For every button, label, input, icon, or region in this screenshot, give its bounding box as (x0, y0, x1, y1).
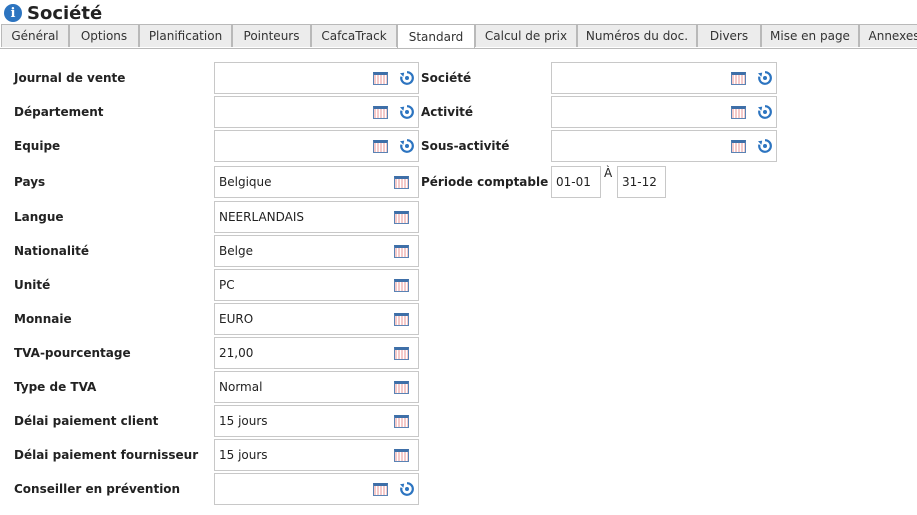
langue-label: Langue (14, 210, 64, 224)
tab-annexes[interactable]: Annexes (859, 24, 917, 47)
reset-icon[interactable] (757, 70, 773, 86)
delai-paiement-client-field[interactable]: 15 jours (214, 405, 419, 437)
reset-icon[interactable] (757, 104, 773, 120)
calendar-icon[interactable] (394, 415, 409, 428)
tab-options[interactable]: Options (69, 24, 139, 47)
langue-value: NEERLANDAIS (219, 210, 305, 224)
type-de-tva-field[interactable]: Normal (214, 371, 419, 403)
reset-icon[interactable] (399, 70, 415, 86)
reset-icon[interactable] (757, 138, 773, 154)
periode-separator: À (604, 166, 613, 180)
nationalite-field[interactable]: Belge (214, 235, 419, 267)
calendar-icon[interactable] (394, 279, 409, 292)
tab-numeros-du-doc[interactable]: Numéros du doc. (577, 24, 697, 47)
reset-icon[interactable] (399, 138, 415, 154)
tab-standard[interactable]: Standard (397, 24, 475, 48)
equipe-label: Equipe (14, 139, 61, 153)
monnaie-label: Monnaie (14, 312, 72, 326)
delai-paiement-fournisseur-field[interactable]: 15 jours (214, 439, 419, 471)
periode-comptable-label: Période comptable (421, 175, 549, 189)
unite-field[interactable]: PC (214, 269, 419, 301)
periode-to-field[interactable]: 31-12 (617, 166, 666, 198)
tva-pourcentage-value: 21,00 (219, 346, 254, 360)
type-de-tva-value: Normal (219, 380, 263, 394)
info-icon: i (4, 4, 22, 22)
pays-field[interactable]: Belgique (214, 166, 419, 198)
calendar-icon[interactable] (394, 176, 409, 189)
type-de-tva-label: Type de TVA (14, 380, 97, 394)
tab-planification[interactable]: Planification (139, 24, 232, 47)
delai-paiement-fournisseur-label: Délai paiement fournisseur (14, 448, 199, 462)
societe-field[interactable] (551, 62, 777, 94)
calendar-icon[interactable] (373, 140, 388, 153)
calendar-icon[interactable] (394, 347, 409, 360)
langue-field[interactable]: NEERLANDAIS (214, 201, 419, 233)
calendar-icon[interactable] (731, 106, 746, 119)
calendar-icon[interactable] (373, 483, 388, 496)
societe-label: Société (421, 71, 472, 85)
reset-icon[interactable] (399, 104, 415, 120)
calendar-icon[interactable] (731, 72, 746, 85)
reset-icon[interactable] (399, 481, 415, 497)
calendar-icon[interactable] (373, 106, 388, 119)
tva-pourcentage-field[interactable]: 21,00 (214, 337, 419, 369)
sous-activite-label: Sous-activité (421, 139, 510, 153)
tab-pointeurs[interactable]: Pointeurs (232, 24, 311, 47)
page-title: Société (27, 2, 103, 24)
calendar-icon[interactable] (394, 313, 409, 326)
unite-label: Unité (14, 278, 51, 292)
departement-field[interactable] (214, 96, 419, 128)
tab-calcul-de-prix[interactable]: Calcul de prix (475, 24, 577, 47)
monnaie-field[interactable]: EURO (214, 303, 419, 335)
tab-mise-en-page[interactable]: Mise en page (761, 24, 859, 47)
periode-from-field[interactable]: 01-01 (551, 166, 601, 198)
tab-divers[interactable]: Divers (697, 24, 761, 47)
sous-activite-field[interactable] (551, 130, 777, 162)
calendar-icon[interactable] (394, 211, 409, 224)
conseiller-en-prevention-label: Conseiller en prévention (14, 482, 181, 496)
tab-general[interactable]: Général (1, 24, 69, 47)
activite-field[interactable] (551, 96, 777, 128)
nationalite-label: Nationalité (14, 244, 89, 258)
departement-label: Département (14, 105, 104, 119)
monnaie-value: EURO (219, 312, 254, 326)
tva-pourcentage-label: TVA-pourcentage (14, 346, 131, 360)
pays-value: Belgique (219, 175, 272, 189)
tab-cafcatrack[interactable]: CafcaTrack (311, 24, 397, 47)
delai-paiement-client-label: Délai paiement client (14, 414, 159, 428)
calendar-icon[interactable] (394, 449, 409, 462)
equipe-field[interactable] (214, 130, 419, 162)
activite-label: Activité (421, 105, 474, 119)
calendar-icon[interactable] (394, 381, 409, 394)
unite-value: PC (219, 278, 235, 292)
calendar-icon[interactable] (731, 140, 746, 153)
calendar-icon[interactable] (394, 245, 409, 258)
pays-label: Pays (14, 175, 46, 189)
tab-bar: Général Options Planification Pointeurs … (0, 24, 917, 49)
delai-paiement-fournisseur-value: 15 jours (219, 448, 268, 462)
delai-paiement-client-value: 15 jours (219, 414, 268, 428)
nationalite-value: Belge (219, 244, 253, 258)
conseiller-en-prevention-field[interactable] (214, 473, 419, 505)
page-header: i Société (4, 2, 102, 24)
calendar-icon[interactable] (373, 72, 388, 85)
journal-de-vente-label: Journal de vente (14, 71, 126, 85)
journal-de-vente-field[interactable] (214, 62, 419, 94)
